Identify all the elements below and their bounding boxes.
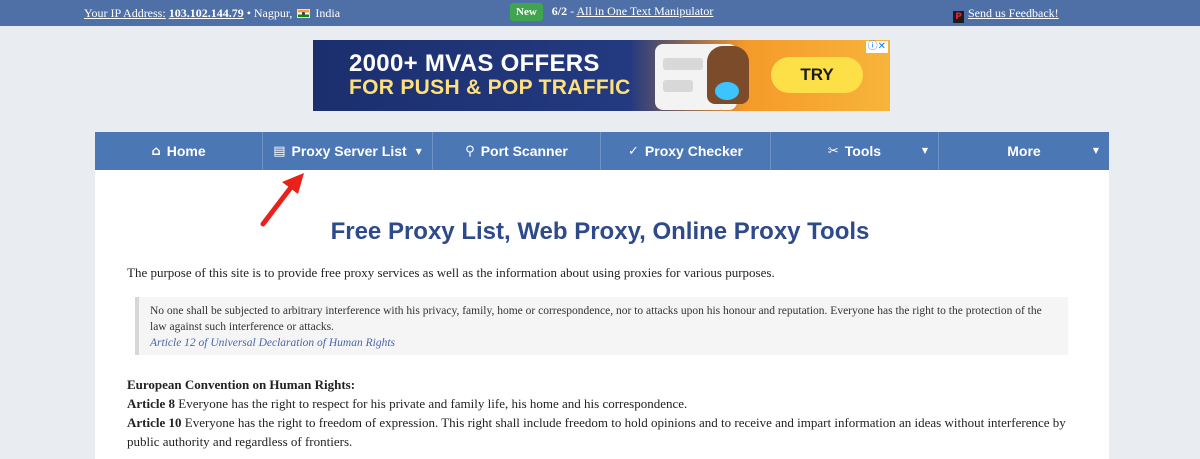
new-badge: New (510, 3, 543, 21)
location-city: Nagpur, (253, 6, 293, 20)
chevron-down-icon: ▼ (921, 146, 928, 155)
top-bar: Your IP Address: 103.102.144.79 • Nagpur… (0, 0, 1200, 26)
intro-text: The purpose of this site is to provide f… (127, 265, 775, 280)
news-date: 6/2 (551, 4, 568, 18)
feedback: P Send us Feedback! (953, 6, 1059, 23)
ad-mascot-illustration (707, 46, 749, 104)
echr-section: European Convention on Human Rights: Art… (127, 375, 1077, 451)
check-icon: ✓ (628, 143, 639, 159)
quote-source-link[interactable]: Article 12 of Universal Declaration of H… (150, 335, 1056, 351)
ad-banner[interactable]: 2000+ MVAS OFFERS FOR PUSH & POP TRAFFIC… (313, 40, 890, 111)
search-icon: ⚲ (465, 143, 475, 159)
india-flag-icon (297, 9, 311, 18)
chevron-down-icon: ▼ (415, 146, 422, 156)
article-10-text: Everyone has the right to freedom of exp… (127, 415, 1066, 449)
article-8-label: Article 8 (127, 396, 176, 411)
nav-item-label: Port Scanner (480, 143, 568, 159)
ad-try-button[interactable]: TRY (771, 57, 863, 93)
nav-item-home[interactable]: ⌂ Home (95, 132, 263, 170)
nav-item-label: Proxy Checker (644, 143, 743, 159)
ad-line-2: FOR PUSH & POP TRAFFIC (349, 76, 631, 99)
nav-item-proxy-checker[interactable]: ✓ Proxy Checker (601, 132, 771, 170)
nav-item-tools[interactable]: ✂ Tools ▼ (771, 132, 939, 170)
ip-label[interactable]: Your IP Address: (84, 6, 166, 20)
tools-icon: ✂ (827, 143, 839, 159)
nav-item-label: Proxy Server List (291, 143, 407, 159)
nav-item-proxy-server-list[interactable]: ▤ Proxy Server List ▼ (263, 132, 433, 170)
ip-info: Your IP Address: 103.102.144.79 • Nagpur… (84, 6, 340, 21)
nav-item-label: More (1007, 143, 1041, 159)
ip-value[interactable]: 103.102.144.79 (169, 6, 244, 20)
ad-line-1: 2000+ MVAS OFFERS (349, 50, 600, 77)
nav-item-label: Home (166, 143, 206, 159)
news-ticker: New 6/2 - All in One Text Manipulator (510, 3, 713, 21)
news-separator: - (570, 4, 575, 18)
server-icon: ▤ (273, 143, 286, 159)
article-10-label: Article 10 (127, 415, 182, 430)
udhr-quote: No one shall be subjected to arbitrary i… (135, 297, 1068, 355)
nav-item-label: Tools (844, 143, 882, 159)
home-icon: ⌂ (151, 143, 161, 159)
location-country: India (315, 6, 341, 20)
quote-text: No one shall be subjected to arbitrary i… (150, 305, 1042, 333)
nav-item-more[interactable]: More ▼ (939, 132, 1109, 170)
chevron-down-icon: ▼ (1092, 146, 1099, 155)
news-link[interactable]: All in One Text Manipulator (576, 4, 713, 18)
feedback-icon: P (953, 11, 964, 23)
feedback-link[interactable]: Send us Feedback! (968, 6, 1059, 20)
ad-close-icon[interactable]: ⓘ✕ (865, 41, 888, 53)
ad-headline: 2000+ MVAS OFFERS FOR PUSH & POP TRAFFIC (349, 52, 631, 100)
location-separator: • (246, 6, 251, 20)
main-nav: ⌂ Home ▤ Proxy Server List ▼ ⚲ Port Scan… (95, 132, 1109, 170)
article-8-text: Everyone has the right to respect for hi… (175, 396, 688, 411)
nav-item-port-scanner[interactable]: ⚲ Port Scanner (433, 132, 601, 170)
page-title: Free Proxy List, Web Proxy, Online Proxy… (330, 218, 870, 245)
echr-heading: European Convention on Human Rights: (127, 377, 356, 392)
